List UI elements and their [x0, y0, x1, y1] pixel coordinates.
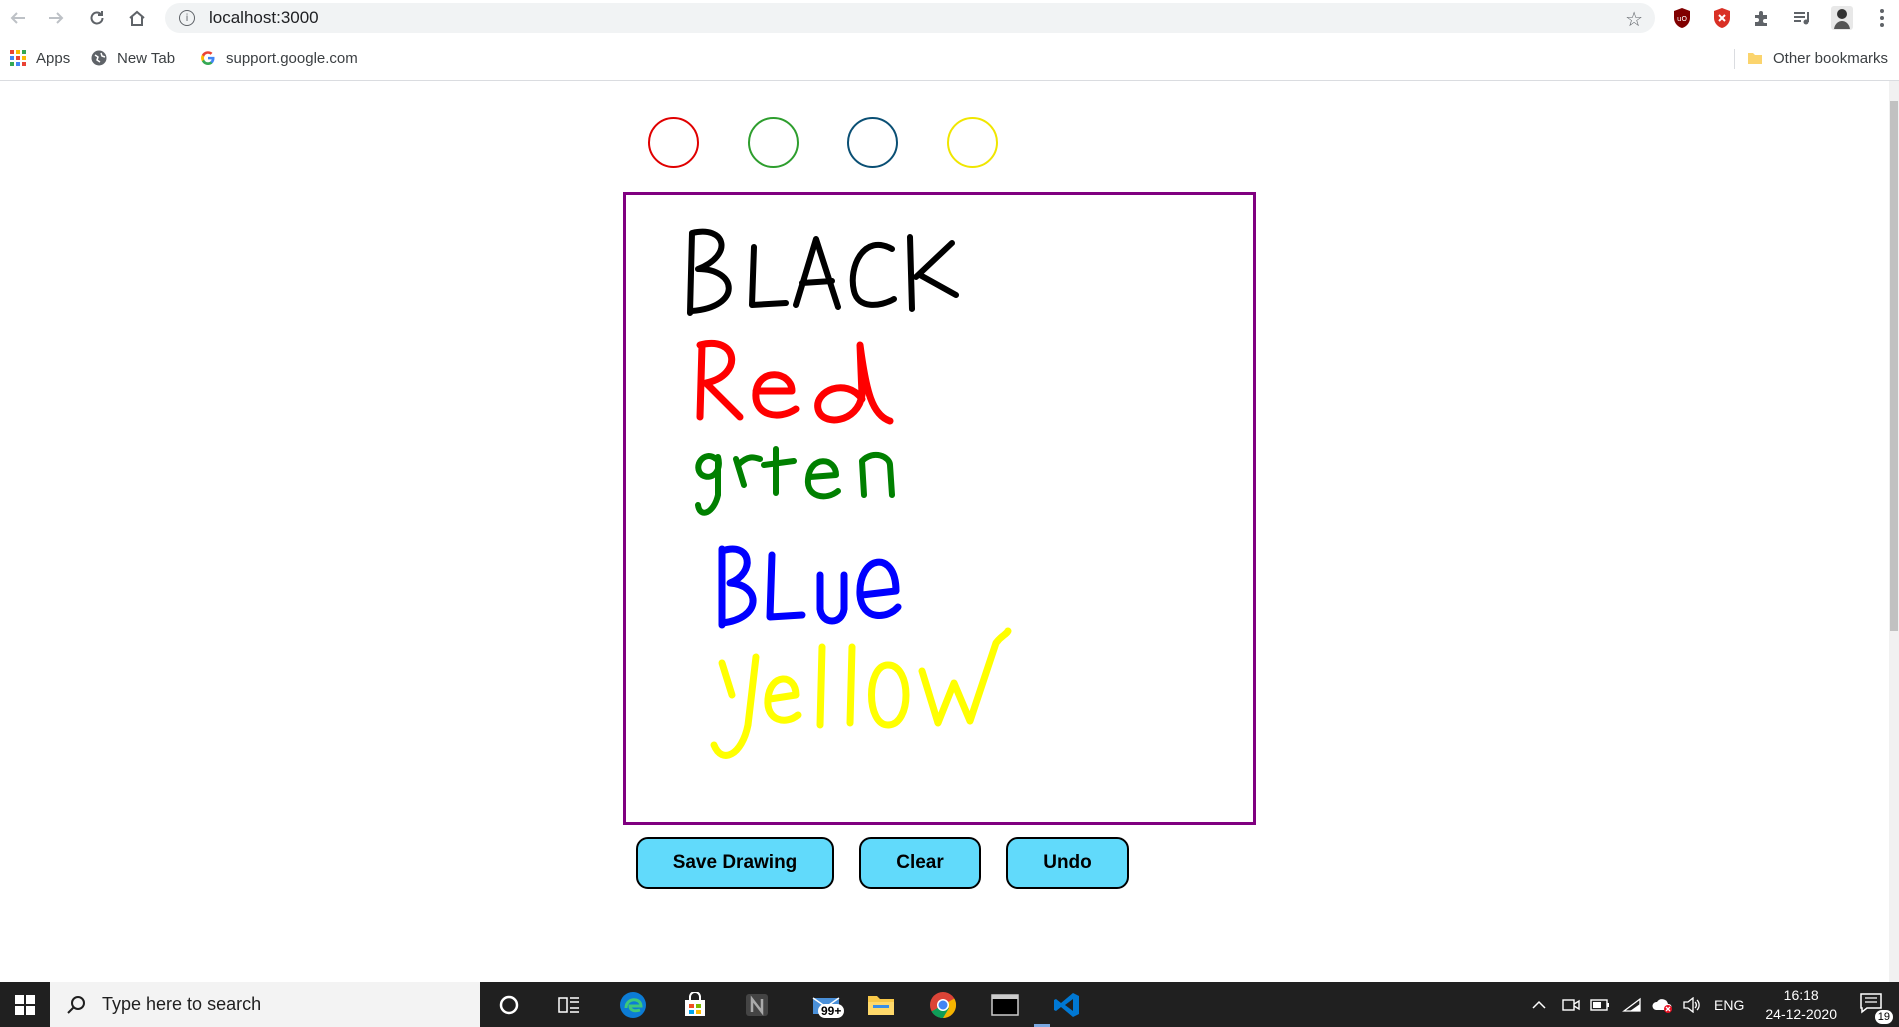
- handwritten-word-green: [695, 446, 895, 516]
- bookmark-label: Apps: [36, 49, 71, 67]
- terminal-icon[interactable]: [990, 990, 1020, 1020]
- other-bookmarks[interactable]: Other bookmarks: [1747, 48, 1888, 68]
- chrome-icon[interactable]: [928, 990, 958, 1020]
- url-text[interactable]: localhost:3000: [209, 8, 319, 28]
- apps-grid-icon: [10, 50, 26, 66]
- mail-icon[interactable]: 99+: [804, 990, 850, 1020]
- browser-toolbar: i localhost:3000 ☆ uO: [0, 0, 1899, 36]
- handwritten-word-blue: [718, 545, 902, 629]
- site-info-icon[interactable]: i: [179, 10, 195, 26]
- cortana-icon[interactable]: [494, 990, 524, 1020]
- battery-icon[interactable]: [1590, 982, 1610, 1027]
- start-button[interactable]: [0, 982, 50, 1027]
- search-placeholder: Type here to search: [102, 994, 262, 1014]
- reload-icon[interactable]: [85, 6, 109, 30]
- store-icon[interactable]: [680, 990, 710, 1020]
- globe-icon: [91, 50, 107, 66]
- notion-icon[interactable]: [742, 990, 772, 1020]
- onedrive-error-icon[interactable]: [1652, 982, 1674, 1027]
- scrollbar-thumb[interactable]: [1890, 101, 1898, 631]
- forward-icon[interactable]: [44, 6, 68, 30]
- handwritten-word-black: [687, 228, 959, 316]
- search-icon: [67, 995, 85, 1014]
- meet-now-icon[interactable]: [1562, 982, 1580, 1027]
- bookmark-label: support.google.com: [226, 49, 358, 67]
- taskbar-search-box[interactable]: Type here to search: [50, 982, 480, 1027]
- handwritten-word-yellow: [710, 627, 1012, 759]
- chevron-up-icon: [1532, 1000, 1546, 1009]
- bookmark-support-google[interactable]: support.google.com: [200, 48, 358, 68]
- other-bookmarks-label: Other bookmarks: [1773, 49, 1889, 67]
- language-label: ENG: [1714, 996, 1745, 1013]
- notification-count: 19: [1874, 1010, 1893, 1024]
- save-drawing-button[interactable]: Save Drawing: [636, 837, 834, 889]
- mail-badge: 99+: [818, 1004, 845, 1018]
- shield-extension-icon[interactable]: [1710, 6, 1734, 30]
- color-swatch-yellow[interactable]: [947, 117, 998, 168]
- clock-date: 24-12-2020: [1765, 1006, 1837, 1022]
- clear-button[interactable]: Clear: [859, 837, 981, 889]
- profile-avatar-icon[interactable]: [1830, 6, 1854, 30]
- screen: i localhost:3000 ☆ uO Apps New Tab suppo…: [0, 0, 1899, 1027]
- ublock-extension-icon[interactable]: uO: [1670, 6, 1694, 30]
- google-g-icon: [201, 51, 215, 65]
- undo-button[interactable]: Undo: [1006, 837, 1129, 889]
- media-controls-icon[interactable]: [1790, 6, 1814, 30]
- extensions-puzzle-icon[interactable]: [1750, 6, 1774, 30]
- svg-text:uO: uO: [1677, 15, 1687, 23]
- taskbar-clock[interactable]: 16:18 24-12-2020: [1765, 986, 1837, 1024]
- bookmark-new-tab[interactable]: New Tab: [91, 48, 175, 68]
- file-explorer-icon[interactable]: [866, 990, 896, 1020]
- show-hidden-icons[interactable]: [1532, 982, 1546, 1027]
- windows-logo-icon: [15, 994, 35, 1015]
- language-indicator[interactable]: ENG: [1714, 982, 1744, 1027]
- page-scrollbar[interactable]: [1889, 81, 1899, 982]
- wifi-icon[interactable]: [1622, 982, 1642, 1027]
- task-view-icon[interactable]: [554, 990, 584, 1020]
- handwriting-layer: [687, 228, 1012, 759]
- windows-taskbar: Type here to search 99+ ENG 16:18 24-12-…: [0, 982, 1899, 1027]
- browser-menu-icon[interactable]: [1870, 6, 1894, 30]
- handwritten-word-red: [696, 339, 894, 425]
- folder-icon: [1748, 53, 1762, 64]
- clock-time: 16:18: [1783, 987, 1819, 1003]
- home-icon[interactable]: [125, 6, 149, 30]
- color-swatch-red[interactable]: [648, 117, 699, 168]
- bookmark-label: New Tab: [117, 49, 176, 67]
- vscode-icon[interactable]: [1052, 990, 1082, 1020]
- color-swatch-green[interactable]: [748, 117, 799, 168]
- volume-icon[interactable]: [1682, 982, 1702, 1027]
- action-center-button[interactable]: 19: [1859, 992, 1893, 1024]
- bookmark-star-icon[interactable]: ☆: [1625, 7, 1643, 32]
- address-bar[interactable]: i localhost:3000 ☆: [165, 3, 1655, 33]
- bookmarks-bar: Apps New Tab support.google.com Other bo…: [0, 41, 1899, 75]
- edge-browser-icon[interactable]: [618, 990, 648, 1020]
- drawing-canvas[interactable]: [623, 192, 1256, 825]
- bookmarks-divider: [1734, 49, 1735, 69]
- back-icon[interactable]: [6, 6, 30, 30]
- bookmark-apps[interactable]: Apps: [10, 48, 70, 68]
- color-swatch-blue[interactable]: [847, 117, 898, 168]
